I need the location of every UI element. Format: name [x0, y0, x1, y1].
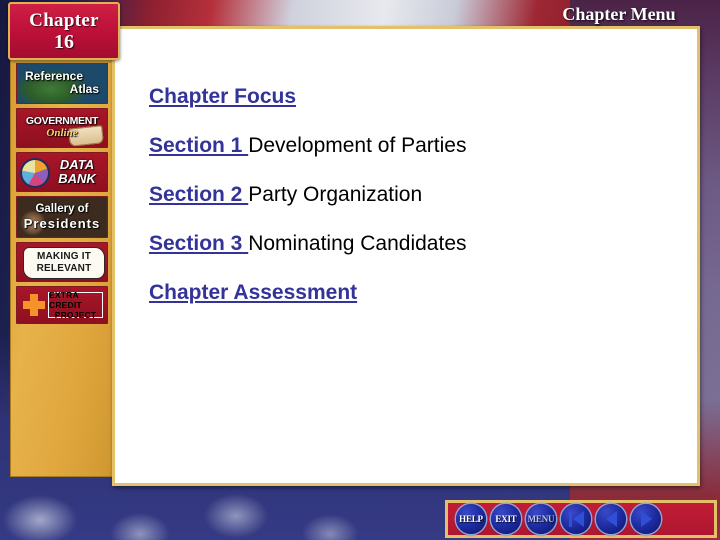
chapter-word: Chapter	[29, 9, 99, 31]
sidebar-item-making-it-relevant[interactable]: MAKING IT RELEVANT	[16, 242, 108, 282]
data-bank-label: DATA BANK	[17, 153, 107, 191]
speech-bubble-icon: MAKING IT RELEVANT	[23, 247, 105, 279]
sidebar-item-label: Online	[46, 127, 78, 140]
list-item-text: Development of Parties	[248, 134, 467, 157]
sidebar-item-label: BANK	[58, 171, 96, 186]
link-section-1[interactable]: Section 1	[149, 134, 248, 157]
presentation-slide: Chapter 16 Chapter Menu Reference Atlas …	[0, 0, 720, 540]
arrow-right-icon	[640, 511, 652, 527]
page-title: Chapter Menu	[562, 3, 676, 24]
list-item: Section 1 Development of Parties	[149, 134, 677, 158]
chapter-banner: Chapter 16	[8, 2, 120, 60]
menu-button[interactable]: MENU	[526, 504, 556, 534]
sidebar-item-label: PROJECT	[54, 310, 97, 320]
content-panel: Chapter Focus Section 1 Development of P…	[112, 26, 700, 486]
sidebar-item-label: Presidents	[23, 216, 101, 232]
previous-button[interactable]	[596, 504, 626, 534]
plus-cross-icon	[23, 294, 45, 316]
arrow-left-icon	[605, 511, 617, 527]
sidebar-item-label: RELEVANT	[36, 263, 92, 274]
sidebar-item-data-bank[interactable]: DATA BANK	[16, 152, 108, 192]
menu-button-label: MENU	[527, 514, 555, 524]
sidebar-item-label: Atlas	[69, 82, 99, 96]
sidebar-item-label: MAKING IT	[36, 251, 92, 262]
list-item: Chapter Assessment	[149, 281, 677, 305]
link-section-2[interactable]: Section 2	[149, 183, 248, 206]
link-chapter-assessment[interactable]: Chapter Assessment	[149, 281, 357, 304]
next-button[interactable]	[631, 504, 661, 534]
list-item: Section 3 Nominating Candidates	[149, 232, 677, 256]
back-to-start-button[interactable]	[561, 504, 591, 534]
sidebar-item-government-online[interactable]: GOVERNMENT Online	[16, 108, 108, 148]
sidebar-item-gallery-of-presidents[interactable]: Gallery of Presidents	[16, 196, 108, 238]
sidebar: Reference Atlas GOVERNMENT Online DATA B…	[10, 56, 114, 477]
link-chapter-focus[interactable]: Chapter Focus	[149, 85, 296, 108]
list-item: Section 2 Party Organization	[149, 183, 677, 207]
sidebar-item-label: DATA	[59, 157, 95, 173]
exit-button[interactable]: EXIT	[491, 504, 521, 534]
navigation-bar: HELP EXIT MENU	[445, 500, 717, 538]
gallery-of-presidents-label: Gallery of Presidents	[17, 197, 107, 237]
back-to-start-icon	[568, 511, 584, 527]
sidebar-item-label: EXTRA CREDIT	[49, 290, 82, 310]
government-online-label: GOVERNMENT Online	[17, 109, 107, 147]
sidebar-item-extra-credit-project[interactable]: EXTRA CREDIT PROJECT	[16, 286, 108, 324]
list-item: Chapter Focus	[149, 85, 677, 109]
help-button-label: HELP	[459, 514, 483, 524]
link-section-3[interactable]: Section 3	[149, 232, 248, 255]
extra-credit-label: EXTRA CREDIT PROJECT	[48, 290, 103, 320]
reference-atlas-label: Reference Atlas	[17, 63, 107, 103]
list-item-text: Party Organization	[248, 183, 423, 206]
chapter-number: 16	[54, 30, 74, 53]
exit-button-label: EXIT	[495, 514, 517, 524]
chapter-menu-list: Chapter Focus Section 1 Development of P…	[149, 85, 677, 330]
sidebar-item-label: Gallery of	[35, 203, 89, 216]
list-item-text: Nominating Candidates	[248, 232, 467, 255]
sidebar-item-reference-atlas[interactable]: Reference Atlas	[16, 62, 108, 104]
sidebar-item-label: GOVERNMENT	[25, 115, 99, 128]
help-button[interactable]: HELP	[456, 504, 486, 534]
